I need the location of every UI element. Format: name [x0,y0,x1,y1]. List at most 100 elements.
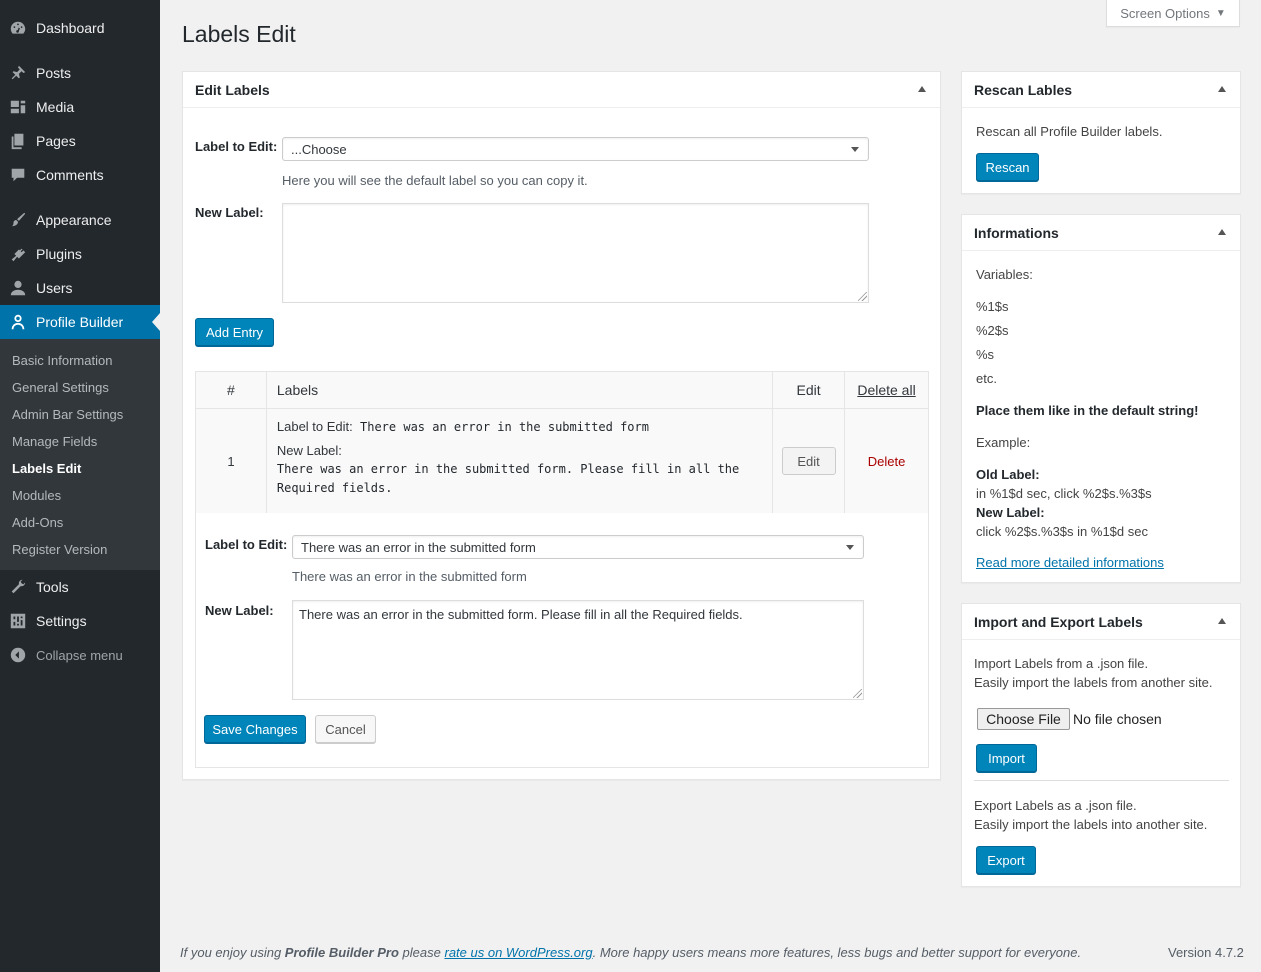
rescan-header[interactable]: Rescan Lables [962,72,1240,108]
submenu-register-version[interactable]: Register Version [12,542,107,557]
menu-label: Comments [36,167,104,183]
pages-icon [8,131,28,151]
menu-label: Tools [36,579,69,595]
menu-appearance[interactable]: Appearance [0,203,160,237]
cancel-button[interactable]: Cancel [315,715,376,743]
menu-label: Dashboard [36,20,105,36]
pin-icon [8,63,28,83]
profile-builder-submenu: Basic Information General Settings Admin… [0,339,160,570]
footer-product: Profile Builder Pro [284,945,399,960]
menu-dashboard[interactable]: Dashboard [0,11,160,45]
collapse-toggle-icon[interactable] [1218,229,1226,235]
row-labels-cell: Label to Edit: There was an error in the… [265,408,774,514]
menu-label: Collapse menu [36,647,123,663]
old-label-value: in %1$d sec, click %2$s.%3$s [976,486,1152,501]
menu-label: Posts [36,65,72,81]
menu-label: Settings [36,613,87,629]
edit-form-new-label-textarea[interactable]: There was an error in the submitted form… [292,600,864,700]
submenu-manage-fields[interactable]: Manage Fields [12,434,97,449]
collapse-toggle-icon[interactable] [1218,618,1226,624]
variable-item: %2$s [976,323,1009,338]
informations-header[interactable]: Informations [962,215,1240,251]
example-label: Example: [976,435,1031,450]
collapse-menu-button[interactable]: Collapse menu [0,638,160,672]
menu-label: Users [36,280,73,296]
media-icon [8,97,28,117]
label-to-edit-select[interactable]: ...Choose [282,137,869,161]
edit-form-new-label-label: New Label: [205,603,274,618]
submenu-modules[interactable]: Modules [12,488,61,503]
col-delete-all[interactable]: Delete all [844,371,929,409]
variable-item: %s [976,347,995,362]
select-hint: Here you will see the default label so y… [282,173,588,188]
row-delete-link[interactable]: Delete [844,408,929,514]
menu-plugins[interactable]: Plugins [0,237,160,271]
screen-options-button[interactable]: Screen Options ▼ [1106,0,1240,27]
rate-us-link[interactable]: rate us on WordPress.org [444,945,592,960]
menu-profile-builder[interactable]: Profile Builder [0,305,160,339]
col-edit: Edit [772,371,846,409]
new-label-value: click %2$s.%3$s in %1$d sec [976,524,1148,539]
footer-text: If you enjoy using Profile Builder Pro p… [180,945,1082,960]
import-text-2: Easily import the labels from another si… [974,675,1213,690]
menu-label: Media [36,99,75,115]
old-label-title: Old Label: [976,467,1040,482]
menu-label: Plugins [36,246,82,262]
read-more-link[interactable]: Read more detailed informations [976,555,1164,570]
menu-users[interactable]: Users [0,271,160,305]
add-entry-button[interactable]: Add Entry [195,318,274,346]
edit-form-select-hint: There was an error in the submitted form [292,569,527,584]
menu-pages[interactable]: Pages [0,124,160,158]
rescan-button[interactable]: Rescan [976,153,1039,181]
row-num: 1 [195,408,267,514]
edit-labels-header[interactable]: Edit Labels [183,72,940,108]
row-label-to-edit-value: There was an error in the submitted form [360,420,649,434]
import-button[interactable]: Import [976,744,1037,772]
menu-label: Pages [36,133,76,149]
menu-posts[interactable]: Posts [0,56,160,90]
submenu-labels-edit[interactable]: Labels Edit [12,461,81,476]
admin-sidebar: Dashboard Posts Media Pages Comments App… [0,0,160,972]
submenu-general-settings[interactable]: General Settings [12,380,109,395]
resize-handle-icon[interactable] [858,292,867,301]
collapse-toggle-icon[interactable] [918,86,926,92]
brush-icon [8,210,28,230]
menu-tools[interactable]: Tools [0,570,160,604]
submenu-add-ons[interactable]: Add-Ons [12,515,63,530]
row-edit-cell: Edit [772,408,846,514]
edit-labels-box: Edit Labels Label to Edit: ...Choose Her… [182,71,941,780]
choose-file-button[interactable]: Choose File [977,708,1070,730]
new-label-title: New Label: [976,505,1045,520]
submenu-admin-bar-settings[interactable]: Admin Bar Settings [12,407,123,422]
page-title: Labels Edit [182,21,296,47]
new-label-textarea[interactable] [282,203,869,303]
menu-media[interactable]: Media [0,90,160,124]
variables-label: Variables: [976,267,1033,282]
row-edit-button[interactable]: Edit [781,447,836,475]
user-icon [8,312,28,332]
menu-label: Profile Builder [36,314,124,330]
table-row: 1 Label to Edit: There was an error in t… [195,408,929,514]
resize-handle-icon[interactable] [853,689,862,698]
row-label-to-edit-title: Label to Edit: [276,419,353,434]
chevron-down-icon [851,147,859,152]
place-note: Place them like in the default string! [976,403,1199,418]
dashboard-icon [8,18,28,38]
import-export-header[interactable]: Import and Export Labels [962,604,1240,640]
menu-comments[interactable]: Comments [0,158,160,192]
export-button[interactable]: Export [976,846,1036,874]
informations-box: Informations Variables: %1$s %2$s %s etc… [961,214,1241,583]
menu-settings[interactable]: Settings [0,604,160,638]
edit-entry-form: Label to Edit: There was an error in the… [195,513,929,768]
rescan-box: Rescan Lables Rescan all Profile Builder… [961,71,1241,194]
submenu-basic-information[interactable]: Basic Information [12,353,112,368]
variable-item: etc. [976,371,997,386]
col-num: # [195,371,267,409]
save-changes-button[interactable]: Save Changes [204,715,306,743]
table-header-row: # Labels Edit Delete all [195,371,929,409]
settings-icon [8,611,28,631]
edit-form-label-select[interactable]: There was an error in the submitted form [292,535,864,559]
collapse-toggle-icon[interactable] [1218,86,1226,92]
chevron-down-icon [846,545,854,550]
row-new-label-line2: Required fields. [276,481,393,495]
